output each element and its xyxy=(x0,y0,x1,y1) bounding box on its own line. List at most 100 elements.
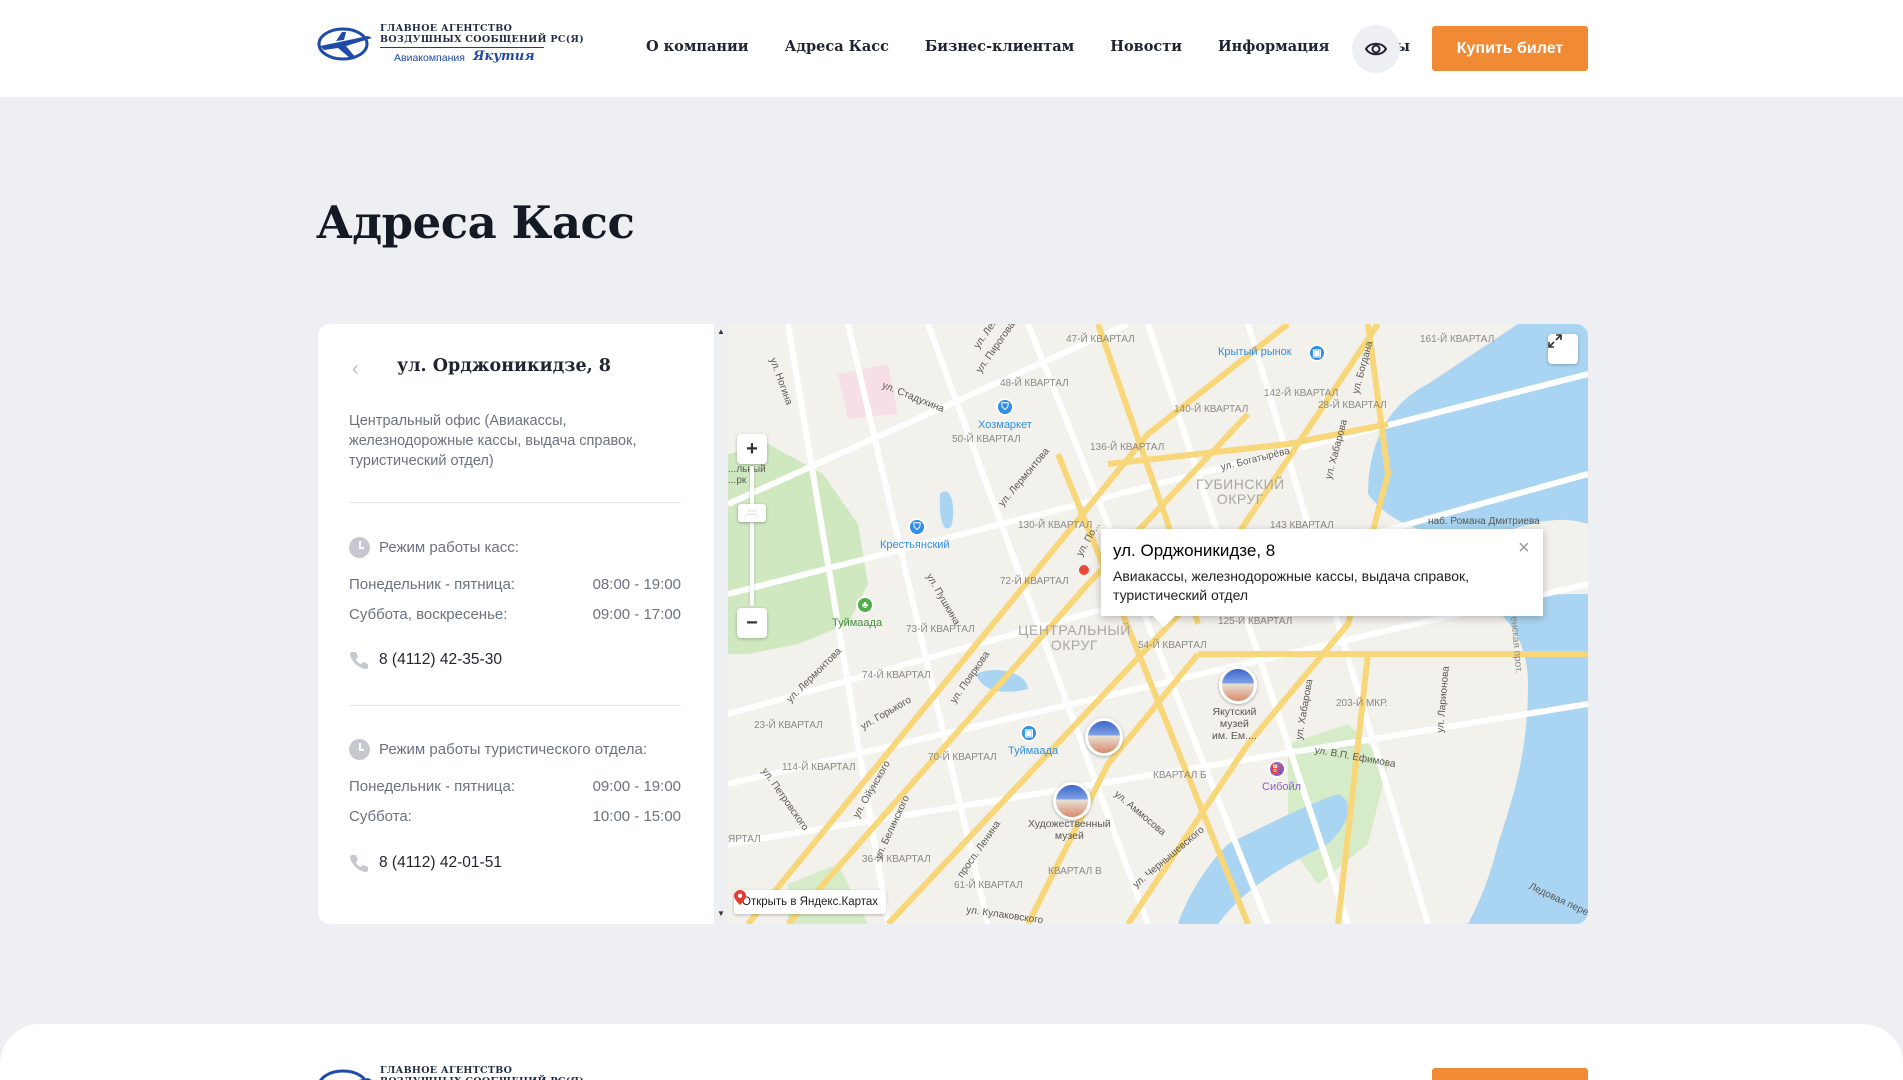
yandex-map[interactable]: ЦЕНТРАЛЬНЫЙ ОКРУГ ГУБИНСКИЙ ОКРУГ 47-Й К… xyxy=(728,324,1588,924)
page-title: Адреса Касс xyxy=(316,196,635,249)
quarter-label: 72-Й КВАРТАЛ xyxy=(1000,576,1069,587)
quarter-label: 61-Й КВАРТАЛ xyxy=(954,880,1023,891)
museum-poi-icon[interactable] xyxy=(1085,718,1123,756)
plane-logo-icon xyxy=(317,27,372,61)
footer-logo[interactable]: ГЛАВНОЕ АГЕНТСТВО ВОЗДУШНЫХ СООБЩЕНИЙ РС… xyxy=(316,1062,584,1080)
quarter-label: КВАРТАЛ Б xyxy=(1153,770,1207,781)
poi-label[interactable]: Туймаада xyxy=(1008,745,1058,757)
cashier-phone-number: 8 (4112) 42-35-30 xyxy=(379,651,502,668)
poi-label[interactable]: Хозмаркет xyxy=(978,419,1032,431)
tourism-phone-number: 8 (4112) 42-01-51 xyxy=(379,854,502,871)
divider xyxy=(349,502,681,503)
shop-poi-icon[interactable]: ▣ xyxy=(1020,724,1038,742)
tourism-hours-label: Режим работы туристического отдела: xyxy=(379,741,647,758)
balloon-title: ул. Орджоникидзе, 8 xyxy=(1113,541,1276,560)
nav-item-info[interactable]: Информация xyxy=(1218,38,1329,55)
logo-rule xyxy=(380,47,544,48)
hours-days: Суббота, воскресенье: xyxy=(349,606,508,623)
logo-line-3: Авиакомпания xyxy=(394,52,465,64)
logo[interactable]: ГЛАВНОЕ АГЕНТСТВО ВОЗДУШНЫХ СООБЩЕНИЙ РС… xyxy=(316,20,584,70)
open-in-yandex-label: Открыть в Яндекс.Картах xyxy=(742,896,879,908)
zoom-slider-track[interactable] xyxy=(750,466,754,606)
nav-item-about[interactable]: О компании xyxy=(646,38,749,55)
museum-poi-icon[interactable] xyxy=(1053,782,1091,820)
clock-icon xyxy=(349,739,370,760)
back-chevron-icon[interactable]: ‹ xyxy=(352,358,359,381)
zoom-slider-handle[interactable]: :::: xyxy=(738,504,766,522)
cashier-hours-label: Режим работы касс: xyxy=(379,539,519,556)
scroll-up-arrow-icon[interactable]: ▲ xyxy=(714,325,728,339)
nav-item-offices[interactable]: Адреса Касс xyxy=(785,38,889,55)
hours-row: Понедельник - пятница: 08:00 - 19:00 xyxy=(349,576,681,593)
plane-logo-icon xyxy=(319,1069,372,1080)
district-line: ОКРУГ xyxy=(1216,491,1264,507)
hours-days: Понедельник - пятница: xyxy=(349,576,516,593)
phone-icon xyxy=(350,855,368,872)
fullscreen-button[interactable] xyxy=(1548,334,1578,364)
open-in-yandex-link[interactable]: Открыть в Яндекс.Картах xyxy=(734,890,887,914)
site-header: ГЛАВНОЕ АГЕНТСТВО ВОЗДУШНЫХ СООБЩЕНИЙ РС… xyxy=(0,0,1903,97)
quarter-label: 125-Й КВАРТАЛ xyxy=(1218,616,1293,627)
district-label: ГУБИНСКИЙ ОКРУГ xyxy=(1196,477,1285,507)
hours-time: 09:00 - 19:00 xyxy=(592,778,681,795)
poi-label[interactable]: Художественный музей xyxy=(1028,818,1111,842)
nav-item-business[interactable]: Бизнес-клиентам xyxy=(925,38,1074,55)
tourism-hours-heading: Режим работы туристического отдела: xyxy=(349,739,647,760)
site-footer: ГЛАВНОЕ АГЕНТСТВО ВОЗДУШНЫХ СООБЩЕНИЙ РС… xyxy=(0,1024,1903,1080)
poi-label[interactable]: Туймаада xyxy=(832,617,882,629)
street-label: наб. Романа Дмитриева xyxy=(1428,516,1540,527)
quarter-label: 54-Й КВАРТАЛ xyxy=(1138,640,1207,651)
office-description: Центральный офис (Авиакассы, железнодоро… xyxy=(349,413,637,469)
expand-icon xyxy=(1548,334,1562,348)
phone-icon xyxy=(350,652,368,669)
logo-line-2: ВОЗДУШНЫХ СООБЩЕНИЙ РС(Я) xyxy=(380,1076,584,1080)
quarter-label: 114-Й КВАРТАЛ xyxy=(782,762,856,773)
quarter-label: КВАРТАЛ В xyxy=(1048,866,1102,877)
shop-poi-icon[interactable]: ⛉ xyxy=(996,398,1014,416)
quarter-label: 50-Й КВАРТАЛ xyxy=(952,434,1021,445)
poi-label[interactable]: Якутский музей им. Ем.... xyxy=(1212,706,1257,742)
quarter-label: 74-Й КВАРТАЛ xyxy=(862,670,931,681)
accessibility-button[interactable] xyxy=(1352,25,1400,73)
quarter-label: 48-Й КВАРТАЛ xyxy=(1000,378,1069,389)
hours-days: Понедельник - пятница: xyxy=(349,778,516,795)
logo-script: Якутия xyxy=(473,49,535,64)
cashier-phone-link[interactable]: 8 (4112) 42-35-30 xyxy=(349,650,502,670)
museum-poi-icon[interactable] xyxy=(1219,666,1257,704)
quarter-label: 203-Й МКР. xyxy=(1336,698,1388,709)
buy-ticket-button[interactable]: Купить билет xyxy=(1432,26,1588,71)
clock-icon xyxy=(349,537,370,558)
map-balloon: ул. Орджоникидзе, 8 Авиакассы, железнодо… xyxy=(1101,529,1543,627)
poi-label[interactable]: Сибойл xyxy=(1262,781,1301,793)
poi-label[interactable]: Крестьянский xyxy=(880,539,950,551)
district-line: ЦЕНТРАЛЬНЫЙ xyxy=(1018,622,1131,638)
balloon-close-icon[interactable]: × xyxy=(1518,538,1530,558)
hours-days: Суббота: xyxy=(349,808,412,825)
nav-item-news[interactable]: Новости xyxy=(1110,38,1182,55)
quarter-label: 140-Й КВАРТАЛ xyxy=(1174,404,1249,415)
quarter-label: 23-Й КВАРТАЛ xyxy=(754,720,823,731)
hours-row: Суббота, воскресенье: 09:00 - 17:00 xyxy=(349,606,681,623)
basket-poi-icon[interactable]: ⛉ xyxy=(908,518,926,536)
logo-line-2: ВОЗДУШНЫХ СООБЩЕНИЙ РС(Я) xyxy=(380,34,584,45)
quarter-label: 73-Й КВАРТАЛ xyxy=(906,624,975,635)
zoom-out-button[interactable]: − xyxy=(737,608,767,638)
quarter-label: 130-Й КВАРТАЛ xyxy=(1018,520,1093,531)
market-poi-icon[interactable]: ▣ xyxy=(1308,344,1326,362)
quarter-label: 47-Й КВАРТАЛ xyxy=(1066,334,1135,345)
footer-buy-ticket-button[interactable] xyxy=(1432,1068,1588,1080)
tourism-phone-link[interactable]: 8 (4112) 42-01-51 xyxy=(349,853,502,873)
district-line: ГУБИНСКИЙ xyxy=(1196,476,1285,492)
poi-label[interactable]: Крытый рынок xyxy=(1218,346,1292,358)
scroll-down-arrow-icon[interactable]: ▼ xyxy=(714,907,728,921)
divider xyxy=(349,705,681,706)
zoom-in-button[interactable]: + xyxy=(737,434,767,464)
quarter-label: ЯРТАЛ xyxy=(728,834,761,845)
hours-time: 10:00 - 15:00 xyxy=(592,808,681,825)
quarter-label: 28-Й КВАРТАЛ xyxy=(1318,400,1387,411)
fuel-poi-icon[interactable]: ⛽ xyxy=(1268,760,1286,778)
hours-row: Суббота: 10:00 - 15:00 xyxy=(349,808,681,825)
hours-time: 08:00 - 19:00 xyxy=(592,576,681,593)
park-poi-icon[interactable]: ♣ xyxy=(856,596,874,614)
hours-time: 09:00 - 17:00 xyxy=(592,606,681,623)
